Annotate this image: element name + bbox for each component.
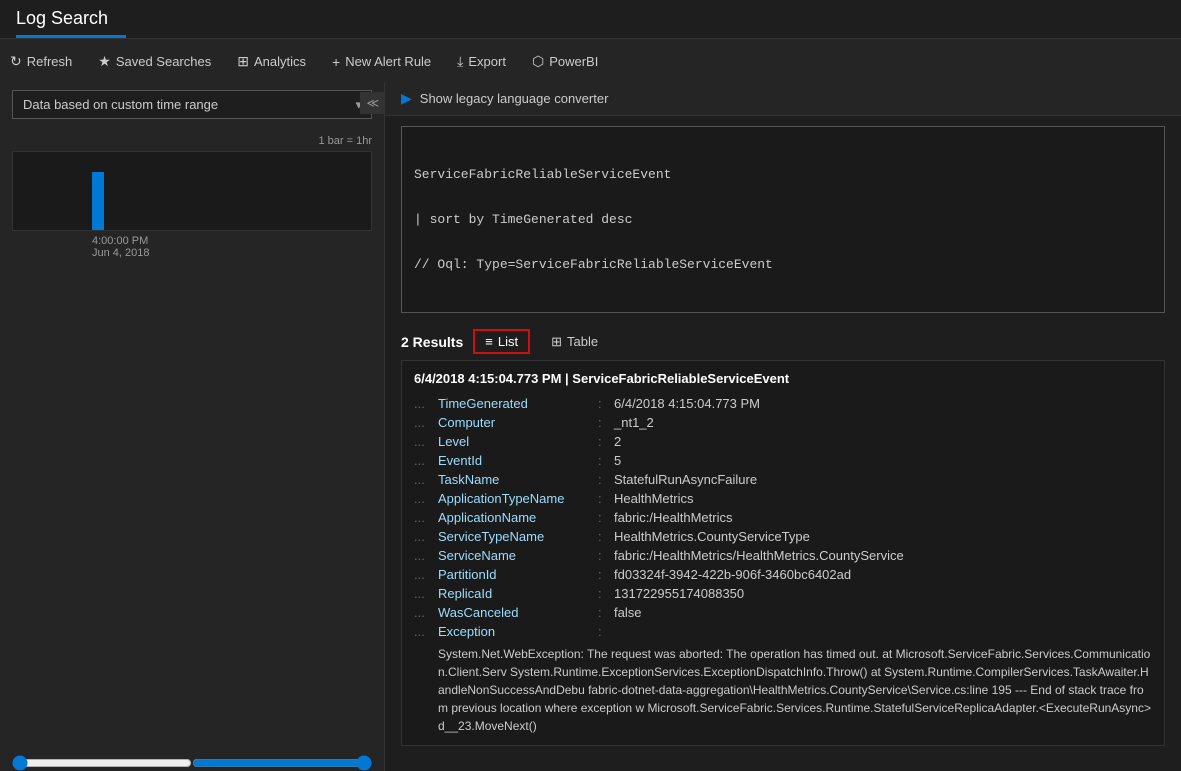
expand-icon[interactable]: ... — [414, 605, 438, 620]
field-key-partitionid: PartitionId — [438, 567, 598, 582]
plus-icon: + — [332, 54, 340, 70]
field-key-apptypename: ApplicationTypeName — [438, 491, 598, 506]
export-button[interactable]: ⤓ Export — [447, 49, 516, 74]
title-underline — [16, 35, 126, 38]
list-item: ... Computer : _nt1_2 — [414, 413, 1152, 432]
list-item: ... ServiceName : fabric:/HealthMetrics/… — [414, 546, 1152, 565]
list-item: ... Level : 2 — [414, 432, 1152, 451]
result-title: 6/4/2018 4:15:04.773 PM | ServiceFabricR… — [414, 371, 1152, 386]
grid-icon: ⊞ — [237, 53, 249, 70]
list-view-button[interactable]: ≡ List — [473, 329, 530, 354]
field-key-computer: Computer — [438, 415, 598, 430]
field-val-computer: _nt1_2 — [614, 415, 1152, 430]
field-val-level: 2 — [614, 434, 1152, 449]
chart-x-date: Jun 4, 2018 — [12, 247, 372, 259]
list-item: ... ApplicationName : fabric:/HealthMetr… — [414, 508, 1152, 527]
field-key-replicaid: ReplicaId — [438, 586, 598, 601]
list-item: ... ReplicaId : 131722955174088350 — [414, 584, 1152, 603]
field-val-timegenerated: 6/4/2018 4:15:04.773 PM — [614, 396, 1152, 411]
query-line-2: | sort by TimeGenerated desc — [414, 212, 1152, 227]
powerbi-icon: ⬡ — [532, 53, 544, 70]
field-key-level: Level — [438, 434, 598, 449]
field-key-servicename: ServiceName — [438, 548, 598, 563]
expand-icon[interactable]: ... — [414, 396, 438, 411]
expand-icon[interactable]: ... — [414, 415, 438, 430]
list-item: ... ServiceTypeName : HealthMetrics.Coun… — [414, 527, 1152, 546]
field-val-taskname: StatefulRunAsyncFailure — [614, 472, 1152, 487]
list-icon: ≡ — [485, 334, 493, 349]
saved-searches-button[interactable]: ★ Saved Searches — [88, 49, 221, 74]
field-key-appname: ApplicationName — [438, 510, 598, 525]
list-item: ... WasCanceled : false — [414, 603, 1152, 622]
main-layout: ≪ Data based on custom time rangeLast ho… — [0, 82, 1181, 771]
expand-icon[interactable]: ... — [414, 491, 438, 506]
field-val-servicename: fabric:/HealthMetrics/HealthMetrics.Coun… — [614, 548, 1152, 563]
list-item: ... EventId : 5 — [414, 451, 1152, 470]
list-item: ... Exception : — [414, 622, 1152, 641]
table-icon: ⊞ — [551, 334, 562, 350]
expand-icon[interactable]: ... — [414, 548, 438, 563]
chart-area: 1 bar = 1hr 4:00:00 PM Jun 4, 2018 — [0, 127, 384, 745]
chart-x-label: 4:00:00 PM — [12, 235, 372, 247]
list-item: ... TaskName : StatefulRunAsyncFailure — [414, 470, 1152, 489]
page-title: Log Search — [16, 8, 1165, 35]
field-val-appname: fabric:/HealthMetrics — [614, 510, 1152, 525]
refresh-icon: ↻ — [10, 53, 22, 70]
legacy-icon: ▶ — [401, 90, 412, 107]
field-key-timegenerated: TimeGenerated — [438, 396, 598, 411]
field-val-eventid: 5 — [614, 453, 1152, 468]
list-item: ... PartitionId : fd03324f-3942-422b-906… — [414, 565, 1152, 584]
expand-icon[interactable]: ... — [414, 529, 438, 544]
chart-container — [12, 151, 372, 231]
chart-scale-label: 1 bar = 1hr — [12, 135, 372, 147]
expand-icon[interactable]: ... — [414, 567, 438, 582]
field-val-wascanceled: false — [614, 605, 1152, 620]
star-icon: ★ — [98, 53, 111, 70]
results-header: 2 Results ≡ List ⊞ Table — [385, 323, 1181, 360]
expand-icon[interactable]: ... — [414, 510, 438, 525]
results-list: 6/4/2018 4:15:04.773 PM | ServiceFabricR… — [385, 360, 1181, 771]
toolbar: ↻ Refresh ★ Saved Searches ⊞ Analytics +… — [0, 39, 1181, 82]
left-sidebar: ≪ Data based on custom time rangeLast ho… — [0, 82, 385, 771]
field-key-taskname: TaskName — [438, 472, 598, 487]
field-val-servicetypename: HealthMetrics.CountyServiceType — [614, 529, 1152, 544]
chart-bar — [92, 172, 104, 231]
field-val-replicaid: 131722955174088350 — [614, 586, 1152, 601]
expand-icon[interactable]: ... — [414, 453, 438, 468]
refresh-button[interactable]: ↻ Refresh — [0, 49, 82, 74]
time-range-wrapper: Data based on custom time rangeLast hour… — [12, 90, 372, 119]
powerbi-button[interactable]: ⬡ PowerBI — [522, 49, 608, 74]
expand-icon[interactable]: ... — [414, 586, 438, 601]
header: Log Search — [0, 0, 1181, 39]
expand-icon[interactable]: ... — [414, 472, 438, 487]
expand-icon[interactable]: ... — [414, 624, 438, 639]
field-key-servicetypename: ServiceTypeName — [438, 529, 598, 544]
query-box[interactable]: ServiceFabricReliableServiceEvent | sort… — [401, 126, 1165, 313]
exception-text: System.Net.WebException: The request was… — [414, 645, 1152, 735]
list-item: ... ApplicationTypeName : HealthMetrics — [414, 489, 1152, 508]
analytics-button[interactable]: ⊞ Analytics — [227, 49, 316, 74]
legacy-bar: ▶ Show legacy language converter — [385, 82, 1181, 116]
right-content: ▶ Show legacy language converter Service… — [385, 82, 1181, 771]
query-line-3: // Oql: Type=ServiceFabricReliableServic… — [414, 257, 1152, 272]
legacy-language-toggle[interactable]: Show legacy language converter — [420, 91, 609, 106]
field-val-partitionid: fd03324f-3942-422b-906f-3460bc6402ad — [614, 567, 1152, 582]
time-range-select[interactable]: Data based on custom time rangeLast hour… — [12, 90, 372, 119]
field-key-eventid: EventId — [438, 453, 598, 468]
new-alert-button[interactable]: + New Alert Rule — [322, 50, 441, 74]
collapse-sidebar-button[interactable]: ≪ — [360, 92, 385, 114]
expand-icon[interactable]: ... — [414, 434, 438, 449]
export-icon: ⤓ — [457, 53, 463, 70]
field-val-apptypename: HealthMetrics — [614, 491, 1152, 506]
field-key-wascanceled: WasCanceled — [438, 605, 598, 620]
list-item: ... TimeGenerated : 6/4/2018 4:15:04.773… — [414, 394, 1152, 413]
query-line-1: ServiceFabricReliableServiceEvent — [414, 167, 1152, 182]
table-row: 6/4/2018 4:15:04.773 PM | ServiceFabricR… — [401, 360, 1165, 746]
results-count: 2 Results — [401, 334, 463, 350]
table-view-button[interactable]: ⊞ Table — [540, 330, 609, 354]
field-key-exception: Exception — [438, 624, 598, 639]
